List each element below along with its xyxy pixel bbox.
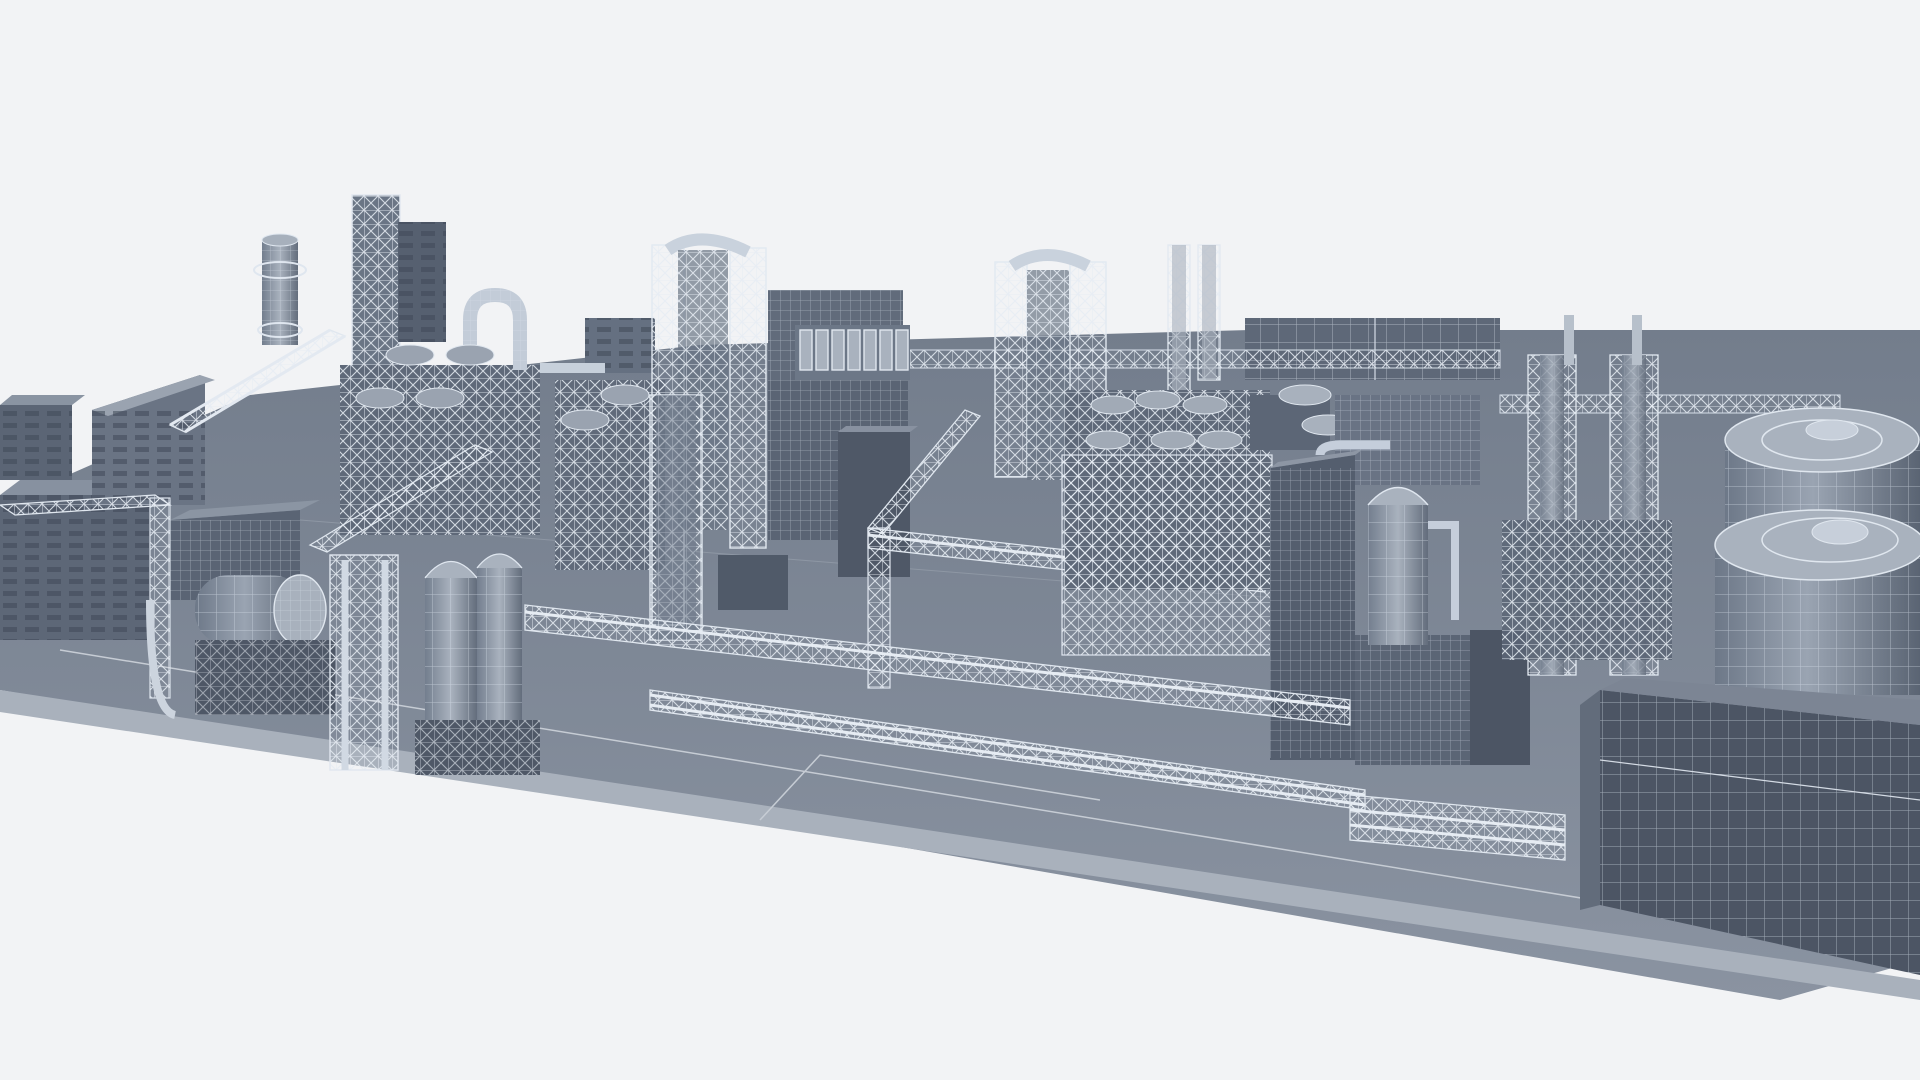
tall-twin-vessels	[415, 553, 540, 775]
reactor-cluster-right	[1061, 390, 1273, 656]
reactor-cluster-center	[540, 363, 665, 570]
center-condenser-bank	[795, 325, 910, 380]
horizontal-drum-vessel	[195, 574, 335, 715]
plant-render	[0, 194, 1920, 1000]
center-column-pair	[649, 394, 703, 641]
left-stack-tower	[253, 233, 307, 345]
render-viewport	[0, 0, 1920, 1080]
storage-tank-front	[1714, 509, 1920, 695]
